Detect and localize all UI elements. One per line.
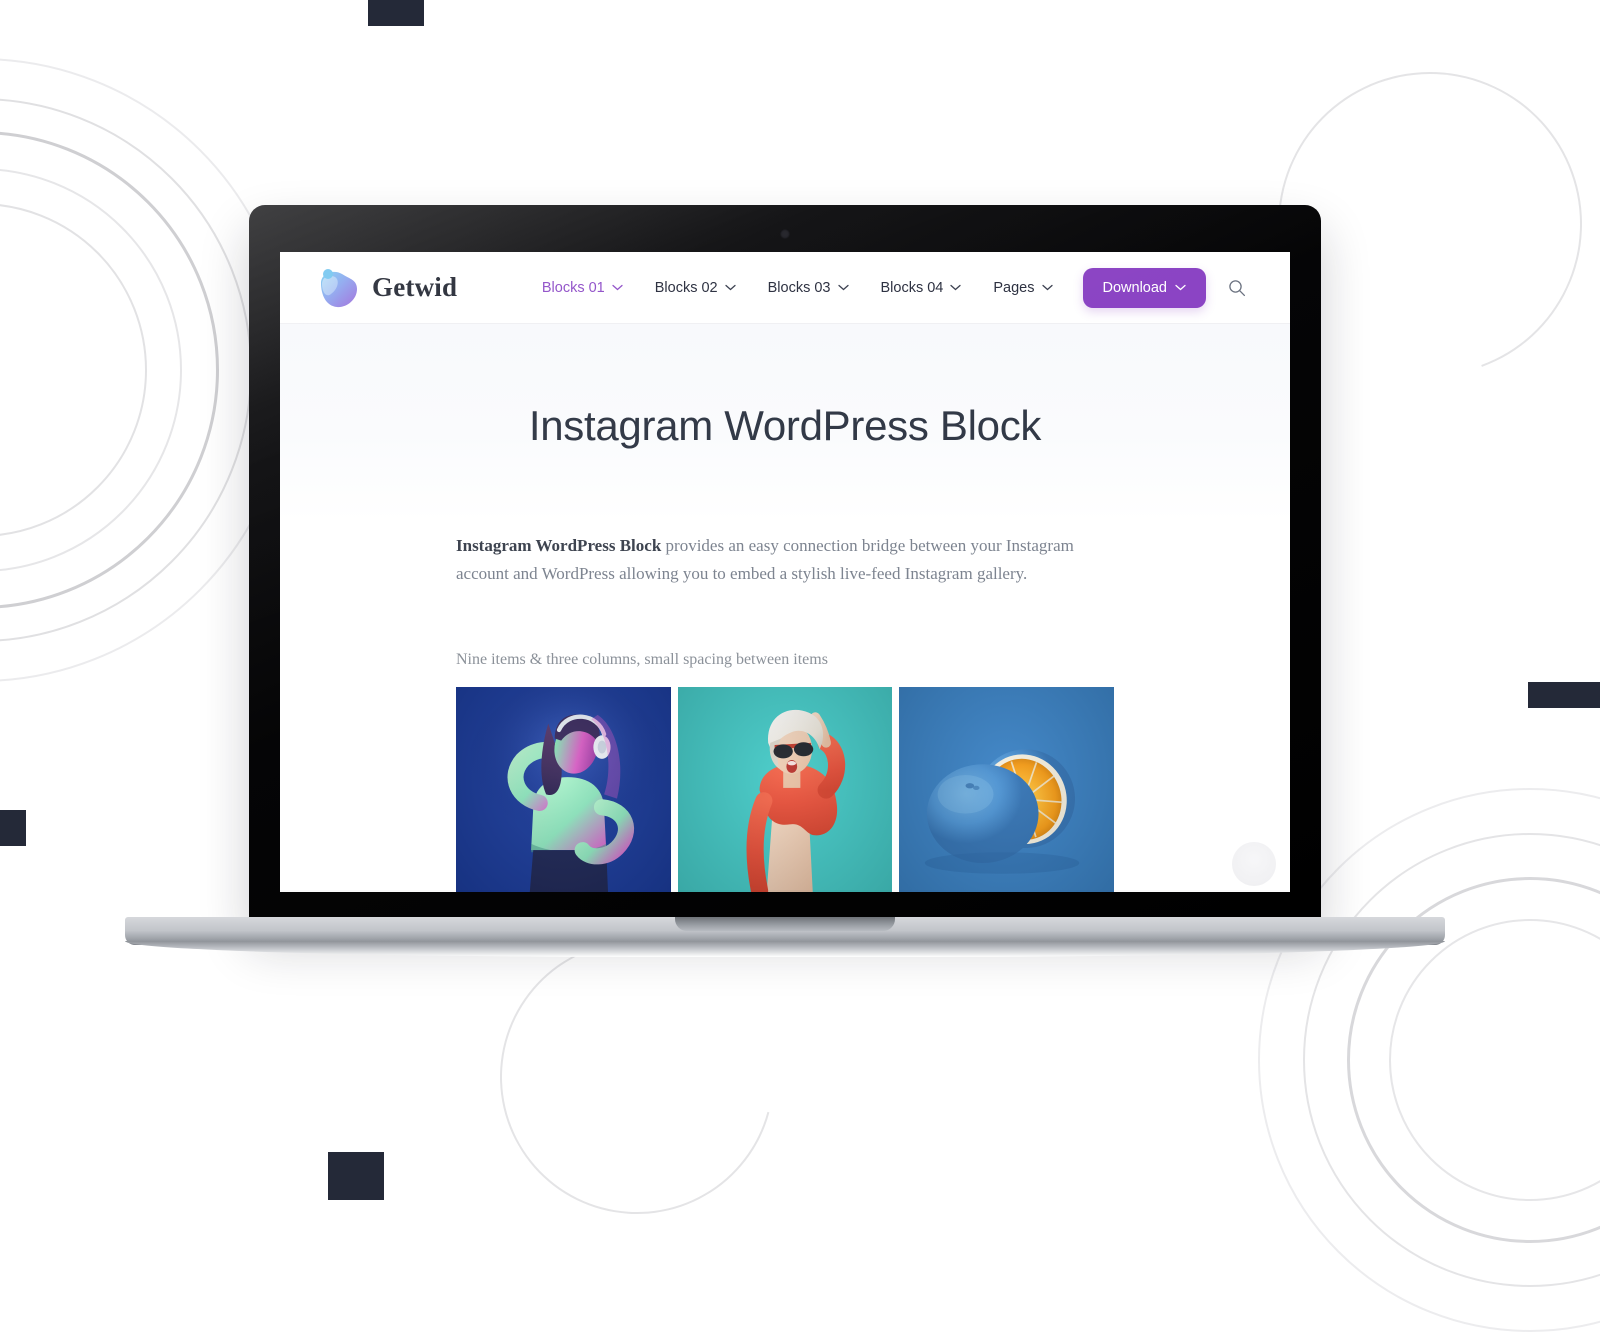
getwid-heart-logo-icon: [321, 268, 357, 307]
chevron-down-icon: [950, 284, 962, 291]
scroll-to-top-button[interactable]: [1232, 842, 1276, 886]
photo-vignette: [456, 687, 671, 892]
nav-item-blocks-02[interactable]: Blocks 02: [639, 280, 752, 296]
nav-item-blocks-03[interactable]: Blocks 03: [752, 280, 865, 296]
gallery-item[interactable]: [456, 687, 671, 892]
laptop-base-lip: [125, 941, 1445, 957]
gallery-caption: Nine items & three columns, small spacin…: [456, 651, 828, 669]
search-icon: [1229, 279, 1246, 296]
intro-paragraph: Instagram WordPress Block provides an ea…: [456, 532, 1114, 587]
nav-item-blocks-04[interactable]: Blocks 04: [865, 280, 978, 296]
gallery-image-orange: [899, 687, 1114, 892]
decorative-square-left: [0, 810, 26, 846]
screen-bottom-edge: [280, 890, 1290, 892]
chevron-down-icon: [837, 284, 849, 291]
intro-strong: Instagram WordPress Block: [456, 536, 662, 555]
download-button[interactable]: Download: [1082, 267, 1206, 308]
chevron-down-icon: [724, 284, 736, 291]
nav-item-label: Blocks 01: [541, 279, 605, 296]
decorative-square-right: [1528, 682, 1600, 708]
brand-logo-link[interactable]: Getwid: [316, 267, 457, 309]
photo-vignette: [677, 687, 893, 892]
site-header: Getwid Blocks 01 Blocks 02 Blocks 03 Blo…: [280, 252, 1290, 324]
gallery-image-dancer: [456, 687, 671, 892]
laptop-mockup: Getwid Blocks 01 Blocks 02 Blocks 03 Blo…: [125, 205, 1445, 965]
main-nav: Blocks 01 Blocks 02 Blocks 03 Blocks 04 …: [526, 267, 1250, 308]
chevron-down-icon: [1175, 284, 1186, 291]
nav-item-pages[interactable]: Pages: [977, 280, 1068, 296]
webcam-icon: [780, 229, 790, 239]
brand-name: Getwid: [372, 272, 458, 302]
hero-section: Instagram WordPress Block: [280, 324, 1290, 522]
laptop-base-notch: [675, 917, 895, 931]
nav-item-blocks-01[interactable]: Blocks 01: [526, 280, 639, 296]
search-button[interactable]: [1224, 275, 1250, 301]
chevron-down-icon: [612, 284, 623, 291]
nav-item-label: Blocks 03: [767, 279, 831, 296]
gallery-item[interactable]: [677, 687, 893, 892]
nav-item-label: Pages: [993, 279, 1035, 296]
gallery-image-model: [677, 687, 893, 892]
nav-item-label: Blocks 04: [880, 279, 944, 296]
page-title: Instagram WordPress Block: [528, 402, 1042, 449]
chevron-down-icon: [1041, 284, 1053, 291]
instagram-gallery: [456, 687, 1114, 892]
photo-vignette: [899, 687, 1114, 892]
download-label: Download: [1102, 279, 1168, 296]
nav-item-label: Blocks 02: [654, 279, 718, 296]
decorative-square-top: [368, 0, 424, 26]
main-content: Instagram WordPress Block provides an ea…: [280, 522, 1290, 892]
decorative-square-bottom: [328, 1152, 384, 1200]
gallery-item[interactable]: [899, 687, 1114, 892]
browser-viewport: Getwid Blocks 01 Blocks 02 Blocks 03 Blo…: [280, 252, 1290, 892]
